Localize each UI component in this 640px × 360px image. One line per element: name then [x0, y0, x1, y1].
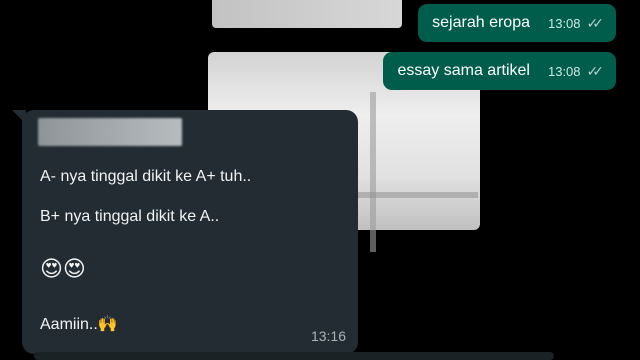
message-line: A- nya tinggal dikit ke A+ tuh..	[40, 168, 252, 185]
message-text: essay sama artikel	[397, 62, 530, 79]
emoji-line: 😍😍	[40, 256, 86, 281]
sender-name-redacted	[38, 118, 182, 146]
next-message-partial	[34, 352, 554, 360]
outgoing-message[interactable]: sejarah eropa 13:08 ✓✓	[418, 4, 616, 42]
outgoing-message[interactable]: essay sama artikel 13:08 ✓✓	[383, 52, 616, 90]
read-receipt-icon: ✓✓	[586, 62, 605, 79]
message-line: Aamiin..🙌	[40, 316, 118, 333]
incoming-message[interactable]: A- nya tinggal dikit ke A+ tuh.. B+ nya …	[12, 110, 358, 354]
message-time: 13:08	[547, 15, 581, 31]
message-meta: 13:08 ✓✓	[548, 63, 604, 80]
message-meta: 13:08 ✓✓	[548, 15, 604, 32]
bubble-tail	[12, 110, 26, 124]
message-line: B+ nya tinggal dikit ke A..	[40, 208, 220, 225]
message-text: sejarah eropa	[432, 14, 530, 31]
background-image-top	[212, 0, 402, 28]
message-time: 13:08	[547, 63, 581, 79]
read-receipt-icon: ✓✓	[586, 14, 605, 31]
message-time: 13:16	[310, 328, 346, 344]
